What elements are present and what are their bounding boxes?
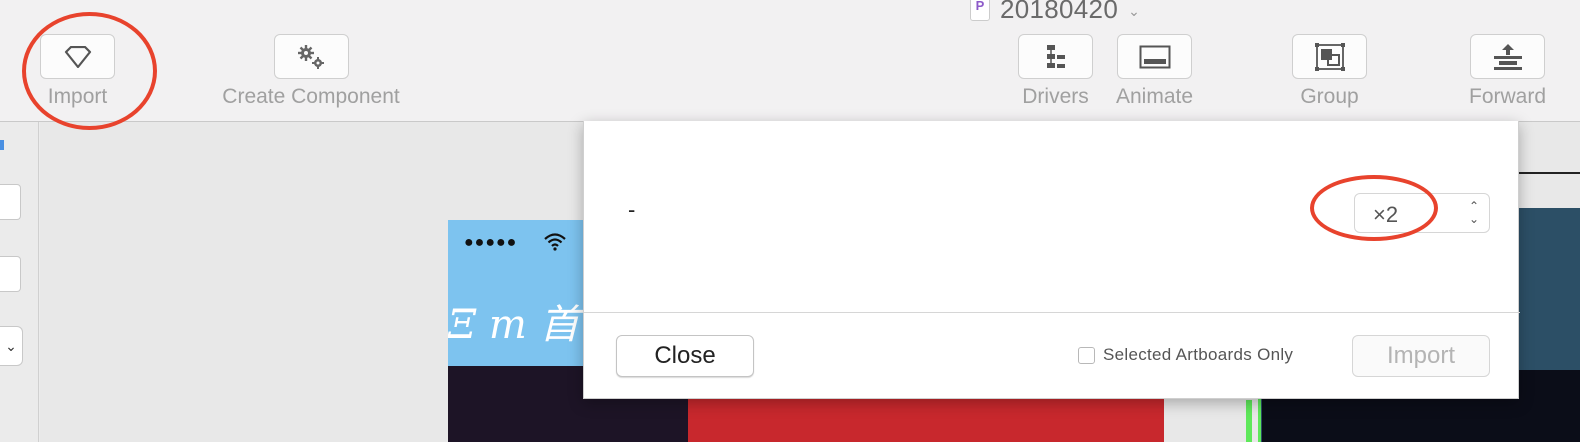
gears-icon <box>298 44 324 69</box>
drivers-toolbar-item[interactable]: Drivers <box>1018 34 1093 109</box>
selection-highlight-left <box>1246 400 1252 442</box>
forward-button[interactable] <box>1470 34 1546 79</box>
create-component-button[interactable] <box>273 34 349 79</box>
inspector-field-2[interactable] <box>0 256 21 292</box>
import-toolbar-item[interactable]: Import <box>40 34 115 109</box>
import-toolbar-label: Import <box>47 85 108 108</box>
animate-label: Animate <box>1116 85 1194 108</box>
signal-dots: ●●●●● <box>464 234 518 251</box>
selected-artboards-only-label: Selected Artboards Only <box>1103 345 1294 364</box>
scale-stepper[interactable]: ⌃ ⌄ <box>1463 197 1485 229</box>
drivers-button[interactable] <box>1018 34 1093 79</box>
create-component-label: Create Component <box>222 85 400 108</box>
wifi-icon <box>544 233 566 251</box>
forward-label: Forward <box>1469 85 1547 108</box>
selected-artboards-only-checkbox[interactable] <box>1078 346 1095 364</box>
chevron-down-icon: ⌄ <box>5 337 17 354</box>
group-button[interactable] <box>1292 34 1367 79</box>
scale-value: ×2 <box>1373 202 1399 227</box>
group-icon <box>1314 42 1345 71</box>
drivers-label: Drivers <box>1022 85 1089 108</box>
document-name: 20180420 <box>1000 0 1119 24</box>
sketch-diamond-icon <box>64 45 91 68</box>
inspector-field-1[interactable] <box>0 184 21 220</box>
canvas-guide-line <box>1518 172 1580 174</box>
artboard-name: - <box>628 197 636 222</box>
chevron-down-icon[interactable]: ⌄ <box>1469 213 1479 226</box>
document-title[interactable]: P 20180420 ⌄ <box>970 0 1140 24</box>
forward-toolbar-item[interactable]: Forward <box>1469 34 1546 109</box>
document-icon: P <box>970 0 990 21</box>
forward-icon <box>1493 43 1522 70</box>
left-inspector-strip: ⌄ <box>0 122 39 442</box>
animate-toolbar-item[interactable]: Animate <box>1116 34 1193 109</box>
selected-artboards-only-option[interactable]: Selected Artboards Only <box>1078 345 1293 365</box>
import-toolbar-button[interactable] <box>40 34 115 79</box>
group-toolbar-item[interactable]: Group <box>1292 34 1367 109</box>
inspector-select[interactable]: ⌄ <box>0 326 23 366</box>
create-component-toolbar-item[interactable]: Create Component <box>212 34 410 109</box>
animate-button[interactable] <box>1117 34 1193 79</box>
toolbar: P 20180420 ⌄ Import Create Component Dri… <box>0 0 1580 122</box>
drivers-icon <box>1046 44 1065 68</box>
chevron-down-icon[interactable]: ⌄ <box>1128 3 1140 20</box>
dialog-divider <box>584 312 1520 313</box>
artboard-logo: Ξ m 首 <box>448 302 580 348</box>
group-label: Group <box>1300 85 1359 108</box>
animate-icon <box>1139 45 1171 68</box>
import-button[interactable]: Import <box>1352 335 1490 377</box>
selection-indicator <box>0 140 4 150</box>
close-button[interactable]: Close <box>616 335 754 377</box>
scale-select[interactable]: ×2 ⌃ ⌄ <box>1354 193 1490 233</box>
import-dialog: - ×2 ⌃ ⌄ Close Selected Artboards Only I… <box>583 121 1520 399</box>
